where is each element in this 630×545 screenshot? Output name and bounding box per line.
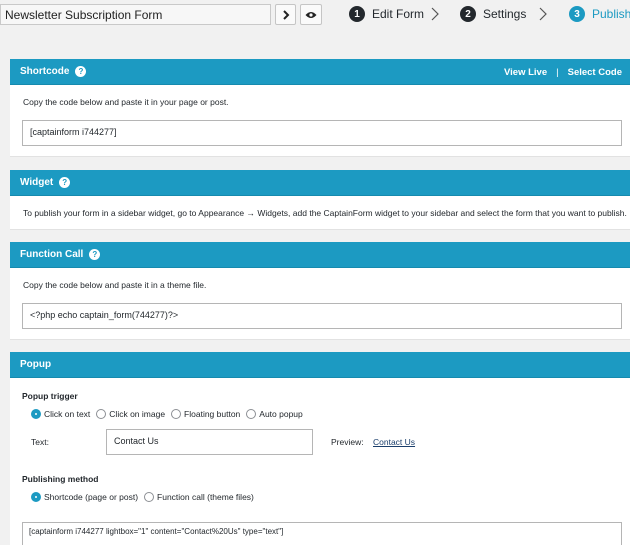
step-edit-form[interactable]: 1 Edit Form bbox=[349, 6, 424, 22]
function-call-header: Function Call ? bbox=[10, 242, 630, 268]
radio-label: Click on image bbox=[109, 409, 166, 419]
link-separator: | bbox=[556, 66, 559, 78]
function-call-code-field[interactable]: <?php echo captain_form(744277)?> bbox=[22, 303, 622, 329]
step-publish[interactable]: 3 Publish bbox=[569, 6, 630, 22]
popup-code-field[interactable]: [captainform i744277 lightbox="1" conten… bbox=[22, 522, 622, 545]
chevron-right-icon bbox=[431, 7, 439, 21]
publishing-method-label: Publishing method bbox=[22, 474, 99, 484]
popup-trigger-options: Click on text Click on image Floating bu… bbox=[31, 409, 309, 419]
widget-header: Widget ? bbox=[10, 170, 630, 196]
widget-description: To publish your form in a sidebar widget… bbox=[23, 208, 627, 218]
popup-header: Popup bbox=[10, 352, 630, 378]
shortcode-panel: Shortcode ? View Live | Select Code Copy… bbox=[10, 59, 630, 157]
radio-shortcode[interactable]: Shortcode (page or post) bbox=[31, 492, 138, 502]
panel-title: Popup bbox=[20, 359, 52, 370]
step-number: 1 bbox=[349, 6, 365, 22]
radio-floating-button[interactable]: Floating button bbox=[171, 409, 240, 419]
radio-click-on-text[interactable]: Click on text bbox=[31, 409, 90, 419]
radio-dot bbox=[246, 409, 257, 419]
step-label: Settings bbox=[483, 7, 527, 21]
radio-dot bbox=[31, 409, 41, 419]
panel-title: Widget bbox=[20, 177, 54, 188]
shortcode-header: Shortcode ? View Live | Select Code bbox=[10, 59, 630, 85]
radio-label: Floating button bbox=[184, 409, 241, 419]
radio-label: Shortcode (page or post) bbox=[44, 492, 139, 502]
radio-auto-popup[interactable]: Auto popup bbox=[246, 409, 303, 419]
step-label: Edit Form bbox=[372, 7, 425, 21]
help-icon[interactable]: ? bbox=[75, 66, 87, 77]
help-icon[interactable]: ? bbox=[89, 249, 101, 260]
eye-icon bbox=[305, 11, 317, 18]
step-settings[interactable]: 2 Settings bbox=[460, 6, 526, 22]
step-label: Publish bbox=[592, 7, 630, 21]
help-icon[interactable]: ? bbox=[59, 177, 71, 188]
shortcode-code-field[interactable]: [captainform i744277] bbox=[22, 120, 622, 146]
radio-dot bbox=[31, 492, 41, 502]
chevron-right-icon bbox=[539, 7, 547, 21]
view-live-link[interactable]: View Live bbox=[504, 67, 547, 78]
radio-dot bbox=[96, 409, 107, 419]
radio-function-call[interactable]: Function call (theme files) bbox=[144, 492, 254, 502]
preview-button[interactable] bbox=[300, 4, 322, 25]
form-name-field[interactable]: Newsletter Subscription Form bbox=[0, 4, 271, 25]
popup-text-input[interactable]: Contact Us bbox=[106, 429, 313, 455]
chevron-right-icon bbox=[282, 9, 289, 20]
go-button[interactable] bbox=[275, 4, 296, 25]
radio-click-on-image[interactable]: Click on image bbox=[96, 409, 165, 419]
radio-dot bbox=[144, 492, 155, 502]
radio-dot bbox=[171, 409, 182, 419]
widget-panel: Widget ? To publish your form in a sideb… bbox=[10, 170, 630, 230]
step-number: 2 bbox=[460, 6, 476, 22]
panel-title: Shortcode bbox=[20, 66, 70, 77]
publishing-method-options: Shortcode (page or post) Function call (… bbox=[31, 492, 260, 502]
popup-panel: Popup Popup trigger Click on text Click … bbox=[10, 352, 630, 545]
select-code-link[interactable]: Select Code bbox=[568, 67, 622, 78]
shortcode-description: Copy the code below and paste it in your… bbox=[23, 97, 229, 107]
preview-label: Preview: bbox=[331, 437, 364, 447]
radio-label: Auto popup bbox=[259, 409, 303, 419]
step-number: 3 bbox=[569, 6, 585, 22]
popup-trigger-label: Popup trigger bbox=[22, 391, 78, 401]
text-field-label: Text: bbox=[31, 437, 49, 447]
radio-label: Function call (theme files) bbox=[157, 492, 254, 502]
preview-link[interactable]: Contact Us bbox=[373, 437, 415, 447]
radio-label: Click on text bbox=[44, 409, 91, 419]
function-call-panel: Function Call ? Copy the code below and … bbox=[10, 242, 630, 340]
panel-title: Function Call bbox=[20, 249, 84, 260]
function-call-description: Copy the code below and paste it in a th… bbox=[23, 280, 207, 290]
top-bar: Newsletter Subscription Form 1 Edit Form… bbox=[0, 0, 630, 47]
